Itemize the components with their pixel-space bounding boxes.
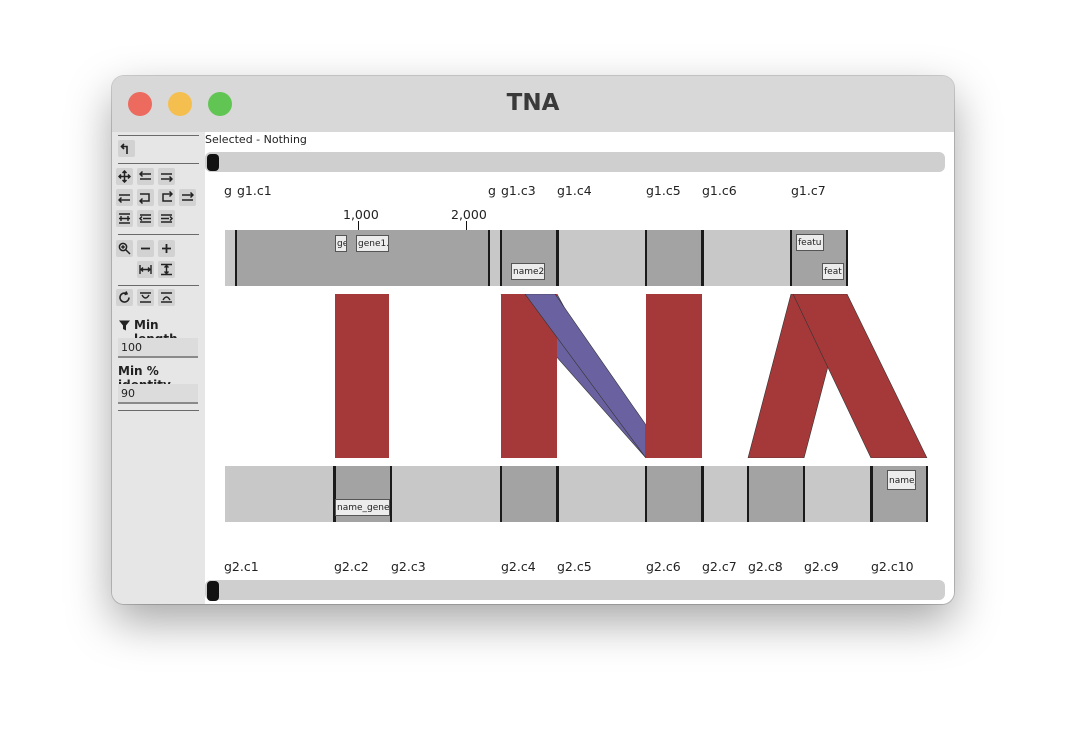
contig-label-g2-c8: g2.c8: [748, 559, 783, 574]
feature-box[interactable]: feat: [822, 263, 844, 280]
align-left-icon[interactable]: [137, 210, 154, 227]
feature-box[interactable]: name_: [887, 470, 916, 490]
top-scrollbar[interactable]: [205, 152, 945, 172]
contig-boundary: [747, 466, 749, 522]
contig-boundary: [488, 230, 490, 286]
min-identity-input[interactable]: 90: [118, 384, 198, 404]
feature-box[interactable]: name_gene: [335, 499, 390, 516]
contig-label-g1-c7: g1.c7: [791, 183, 826, 198]
contig-boundary: [500, 466, 502, 522]
move-left-icon[interactable]: [116, 189, 133, 206]
contig-label-g1-c5: g1.c5: [646, 183, 681, 198]
feature-box[interactable]: gen: [335, 235, 347, 252]
contig-label-g2-c4: g2.c4: [501, 559, 536, 574]
fit-width-icon[interactable]: [137, 261, 154, 278]
contig-label-g2-c5: g2.c5: [557, 559, 592, 574]
ruler-tick-1000: [358, 221, 359, 230]
ruler-label-2000: 2,000: [451, 207, 487, 222]
selection-status: Selected - Nothing: [205, 133, 307, 146]
divider: [118, 285, 199, 286]
contig-label-g1-c6: g1.c6: [702, 183, 737, 198]
contig-g2-c4[interactable]: [501, 466, 557, 522]
bottom-scrollbar-thumb[interactable]: [207, 581, 219, 601]
title-bar: TNA: [112, 76, 954, 132]
contig-boundary: [556, 466, 559, 522]
invert-matches-icon[interactable]: [158, 289, 175, 306]
shift-right-icon[interactable]: [158, 168, 175, 185]
contig-boundary: [645, 466, 647, 522]
contig-boundary: [846, 230, 848, 286]
feature-box[interactable]: gene1.: [356, 235, 389, 252]
contig-boundary: [235, 230, 237, 286]
divider: [118, 163, 199, 164]
contig-label-g2-c10: g2.c10: [871, 559, 914, 574]
contig-g2-c7[interactable]: [702, 466, 748, 522]
divider: [118, 234, 199, 235]
contig-label-g2-c2: g2.c2: [334, 559, 369, 574]
contig-label-g2-c7: g2.c7: [702, 559, 737, 574]
contig-g2-c6[interactable]: [646, 466, 702, 522]
refresh-icon[interactable]: [116, 289, 133, 306]
align-right-icon[interactable]: [158, 210, 175, 227]
contig-boundary: [556, 230, 559, 286]
flip-right-icon[interactable]: [158, 189, 175, 206]
align-icon[interactable]: [116, 210, 133, 227]
contig-label-g1-c0: g: [224, 183, 232, 198]
top-scrollbar-thumb[interactable]: [207, 154, 219, 171]
contig-boundary: [701, 466, 704, 522]
contig-g1-c6[interactable]: [702, 230, 791, 286]
bottom-scrollbar[interactable]: [205, 580, 945, 601]
match-ribbon-forward[interactable]: [335, 294, 389, 458]
contig-label-g1-c2: g: [488, 183, 496, 198]
contig-g2-c5[interactable]: [557, 466, 646, 522]
ruler-tick-2000: [466, 221, 467, 230]
undo-icon[interactable]: [118, 140, 135, 157]
contig-g1-c4[interactable]: [557, 230, 646, 286]
min-length-input[interactable]: 100: [118, 338, 198, 358]
contig-boundary: [870, 466, 873, 522]
contig-g2-c9[interactable]: [804, 466, 871, 522]
app-window: TNA Min 100 Min % 90 Selected - Nothing …: [112, 76, 954, 604]
move-right-icon[interactable]: [179, 189, 196, 206]
window-title: TNA: [506, 90, 560, 116]
contig-label-g1-c3: g1.c3: [501, 183, 536, 198]
contig-label-g1-c1: g1.c1: [237, 183, 272, 198]
contig-label-g2-c6: g2.c6: [646, 559, 681, 574]
sidebar-toolbar: Min length 100 Min % identity 90: [112, 132, 205, 604]
filter-matches-icon[interactable]: [137, 289, 154, 306]
fit-height-icon[interactable]: [158, 261, 175, 278]
contig-g2-c1[interactable]: [225, 466, 334, 522]
divider: [118, 410, 199, 411]
contig-boundary: [803, 466, 805, 522]
contig-boundary: [790, 230, 792, 286]
feature-box[interactable]: featu: [796, 234, 824, 251]
contig-boundary: [926, 466, 928, 522]
comparison-canvas: Selected - Nothing g g1.c1 g g1.c3 g1.c4…: [205, 132, 954, 604]
zoom-in-icon[interactable]: [158, 240, 175, 257]
zoom-icon[interactable]: [116, 240, 133, 257]
filter-icon: [116, 317, 133, 334]
flip-left-icon[interactable]: [137, 189, 154, 206]
contig-g2-c8[interactable]: [748, 466, 804, 522]
match-ribbon-forward[interactable]: [646, 294, 702, 458]
contig-label-g2-c9: g2.c9: [804, 559, 839, 574]
contig-label-g2-c1: g2.c1: [224, 559, 259, 574]
contig-boundary: [390, 466, 392, 522]
contig-label-g1-c4: g1.c4: [557, 183, 592, 198]
contig-label-g2-c3: g2.c3: [391, 559, 426, 574]
feature-box[interactable]: name2: [511, 263, 545, 280]
contig-g2-c3[interactable]: [391, 466, 501, 522]
zoom-out-icon[interactable]: [137, 240, 154, 257]
shift-left-icon[interactable]: [137, 168, 154, 185]
contig-boundary: [701, 230, 704, 286]
contig-boundary: [645, 230, 647, 286]
contig-boundary: [500, 230, 502, 286]
match-ribbons: [335, 294, 928, 458]
contig-g1-c5[interactable]: [646, 230, 702, 286]
ruler-label-1000: 1,000: [343, 207, 379, 222]
move-icon[interactable]: [116, 168, 133, 185]
divider: [118, 135, 199, 136]
